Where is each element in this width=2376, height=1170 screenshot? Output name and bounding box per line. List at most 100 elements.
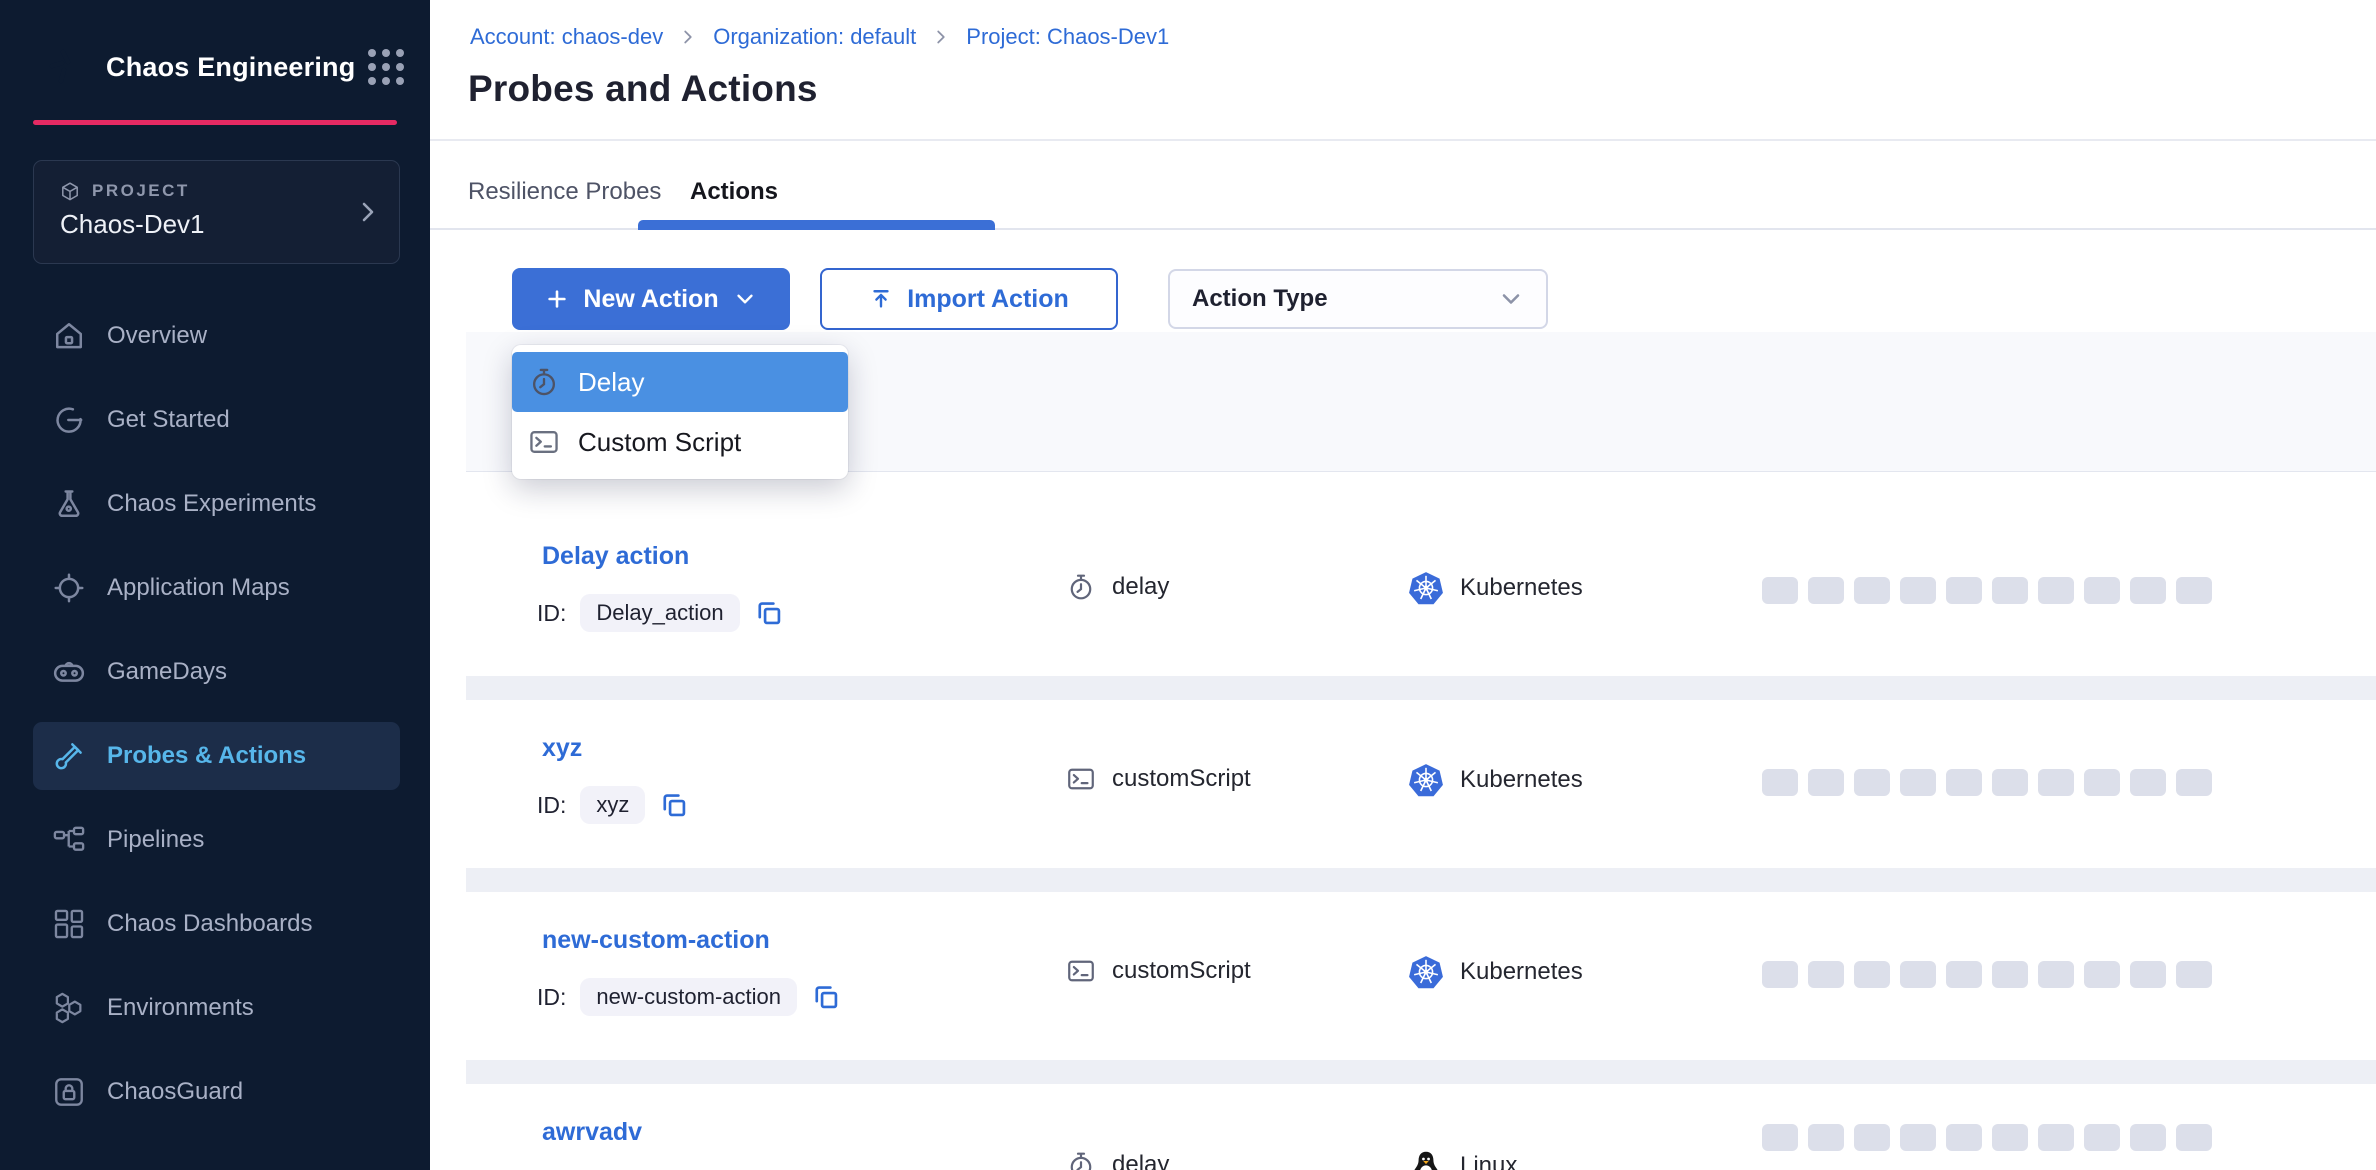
tab-actions[interactable]: Actions [690, 178, 778, 206]
plus-icon [545, 287, 569, 311]
table-row: awrvadv delay Linux [466, 1084, 2376, 1170]
execution-result-slot [2176, 1124, 2212, 1151]
action-type-value: customScript [1112, 957, 1251, 985]
terminal-icon [528, 426, 560, 458]
gamepad-icon [51, 654, 87, 690]
action-id-pill: xyz [580, 786, 645, 824]
breadcrumb-project-link[interactable]: Project: Chaos-Dev1 [966, 24, 1169, 50]
get-started-icon [51, 402, 87, 438]
sidebar-item-get-started[interactable]: Get Started [33, 386, 400, 454]
menu-item-custom-script[interactable]: Custom Script [512, 412, 848, 472]
sidebar-item-label: Overview [107, 322, 207, 350]
new-action-dropdown-menu: Delay Custom Script [512, 345, 848, 479]
sidebar-item-label: ChaosGuard [107, 1078, 243, 1106]
execution-result-slot [1992, 961, 2028, 988]
sidebar-item-probes-and-actions[interactable]: Probes & Actions [33, 722, 400, 790]
sidebar-item-overview[interactable]: Overview [33, 302, 400, 370]
table-row: Delay action ID: Delay_action delay Kube… [466, 472, 2376, 676]
upload-icon [869, 287, 893, 311]
project-name: Chaos-Dev1 [60, 209, 205, 240]
flask-icon [51, 486, 87, 522]
execution-result-slot [2084, 769, 2120, 796]
execution-result-slot [1946, 961, 1982, 988]
execution-result-slot [2038, 577, 2074, 604]
execution-result-slot [1900, 961, 1936, 988]
kubernetes-icon [1408, 954, 1444, 990]
sidebar-item-chaosguard[interactable]: ChaosGuard [33, 1058, 400, 1126]
execution-result-slot [1946, 1124, 1982, 1151]
new-action-button[interactable]: New Action [512, 268, 790, 330]
execution-result-slot [1854, 1124, 1890, 1151]
project-selector[interactable]: PROJECT Chaos-Dev1 [33, 160, 400, 264]
terminal-icon [1066, 764, 1096, 794]
stopwatch-icon [1066, 572, 1096, 602]
sidebar-item-chaos-experiments[interactable]: Chaos Experiments [33, 470, 400, 538]
home-icon [51, 318, 87, 354]
copy-id-button-icon[interactable] [754, 598, 784, 628]
action-type-value: delay [1112, 1151, 1169, 1170]
execution-result-slot [1946, 577, 1982, 604]
infrastructure-value: Kubernetes [1460, 958, 1583, 986]
execution-result-slot [2130, 577, 2166, 604]
execution-result-slot [1854, 769, 1890, 796]
execution-result-slot [2176, 577, 2212, 604]
chevron-right-icon [679, 28, 697, 46]
sidebar-item-label: Environments [107, 994, 254, 1022]
terminal-icon [1066, 956, 1096, 986]
page-title: Probes and Actions [468, 68, 818, 110]
sidebar-item-gamedays[interactable]: GameDays [33, 638, 400, 706]
stopwatch-icon [1066, 1150, 1096, 1170]
main-content: Account: chaos-dev Organization: default… [430, 0, 2376, 1170]
execution-result-slot [1762, 577, 1798, 604]
table-row: xyz ID: xyz customScript Kubernetes [466, 700, 2376, 868]
sidebar-item-label: Chaos Experiments [107, 490, 316, 518]
action-name-link[interactable]: new-custom-action [542, 926, 770, 955]
breadcrumb-account-link[interactable]: Account: chaos-dev [470, 24, 663, 50]
copy-id-button-icon[interactable] [811, 982, 841, 1012]
lock-icon [51, 1074, 87, 1110]
breadcrumb: Account: chaos-dev Organization: default… [470, 24, 1169, 50]
menu-item-label: Custom Script [578, 427, 741, 458]
execution-result-slot [1854, 961, 1890, 988]
module-switcher-icon[interactable] [364, 45, 408, 89]
action-name-link[interactable]: awrvadv [542, 1118, 642, 1147]
chevron-right-icon [932, 28, 950, 46]
execution-result-slot [1992, 577, 2028, 604]
target-icon [51, 570, 87, 606]
action-name-link[interactable]: xyz [542, 734, 582, 763]
tab-resilience-probes[interactable]: Resilience Probes [468, 178, 661, 206]
test-tube-icon [51, 738, 87, 774]
recent-execution-results [1762, 577, 2212, 604]
breadcrumb-organization-link[interactable]: Organization: default [713, 24, 916, 50]
action-type-filter-select[interactable]: Action Type [1168, 269, 1548, 329]
execution-result-slot [1808, 961, 1844, 988]
action-name-link[interactable]: Delay action [542, 542, 689, 571]
execution-result-slot [1808, 577, 1844, 604]
sidebar-item-label: Get Started [107, 406, 230, 434]
copy-id-button-icon[interactable] [659, 790, 689, 820]
execution-result-slot [1946, 769, 1982, 796]
sidebar-item-chaos-dashboards[interactable]: Chaos Dashboards [33, 890, 400, 958]
sidebar-item-application-maps[interactable]: Application Maps [33, 554, 400, 622]
pipeline-icon [51, 822, 87, 858]
chaos-engineering-app: Chaos Engineering PROJECT Chaos-Dev1 Ove… [0, 0, 2376, 1170]
import-action-button[interactable]: Import Action [820, 268, 1118, 330]
sidebar-item-pipelines[interactable]: Pipelines [33, 806, 400, 874]
action-type-value: delay [1112, 573, 1169, 601]
execution-result-slot [2038, 961, 2074, 988]
recent-execution-results [1762, 1124, 2212, 1151]
menu-item-delay[interactable]: Delay [512, 352, 848, 412]
sidebar-item-environments[interactable]: Environments [33, 974, 400, 1042]
active-tab-underline [638, 220, 995, 230]
infrastructure-value: Kubernetes [1460, 574, 1583, 602]
execution-result-slot [2130, 769, 2166, 796]
sidebar-item-label: Probes & Actions [107, 742, 306, 770]
kubernetes-icon [1408, 570, 1444, 606]
project-label: PROJECT [92, 181, 190, 201]
app-title: Chaos Engineering [106, 52, 355, 83]
execution-result-slot [1854, 577, 1890, 604]
id-label: ID: [537, 984, 566, 1011]
execution-result-slot [2176, 769, 2212, 796]
cube-icon [60, 181, 80, 201]
hexagons-icon [51, 990, 87, 1026]
